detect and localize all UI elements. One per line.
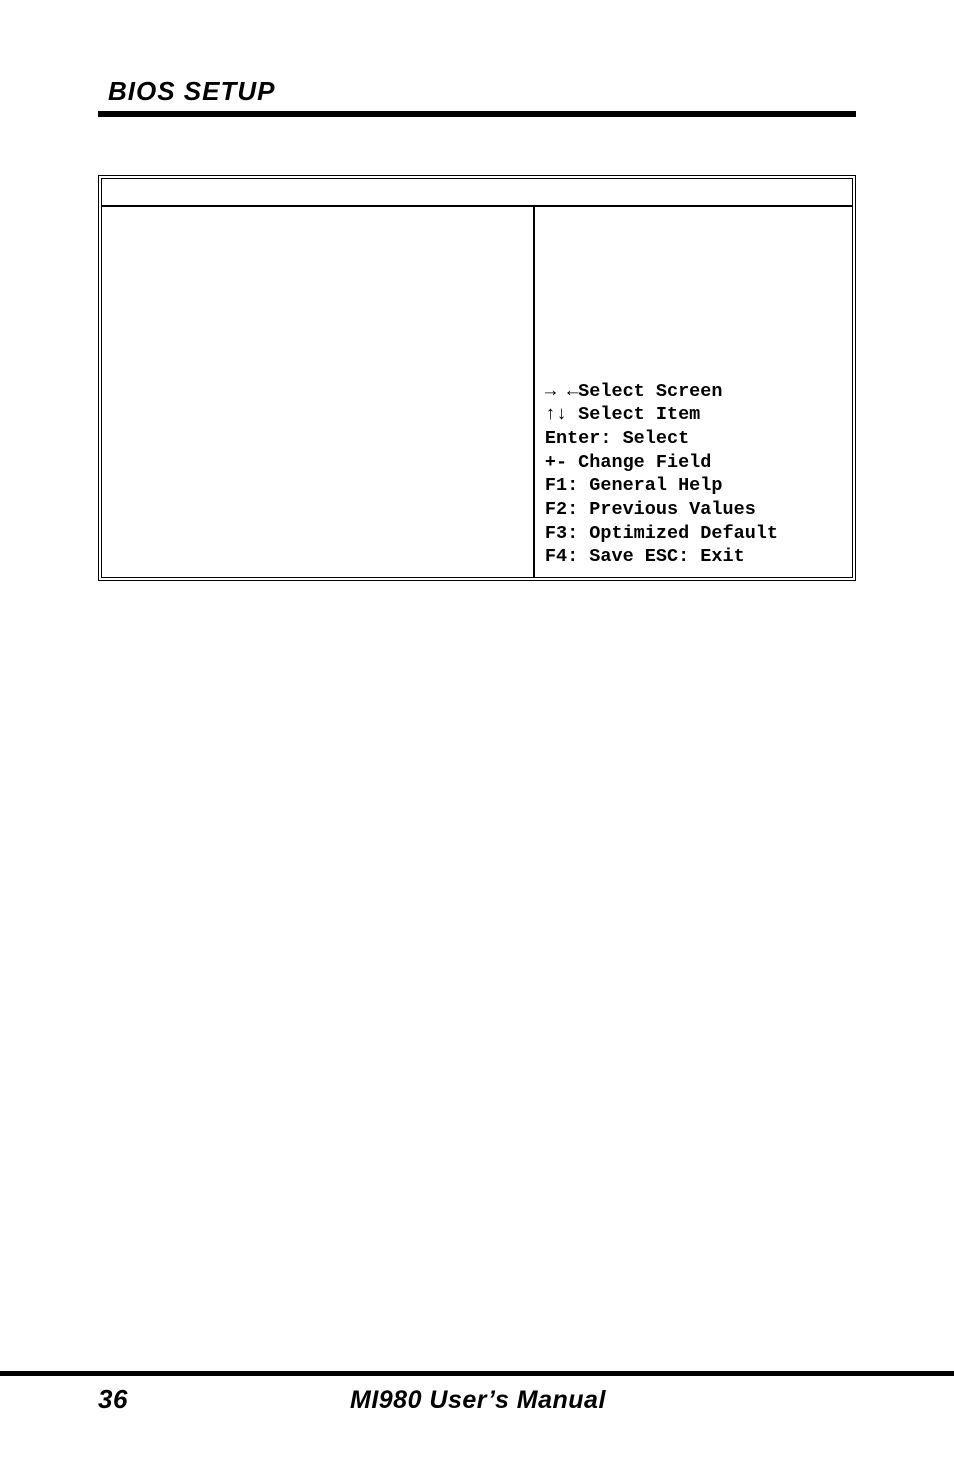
bios-menubar[interactable] (102, 179, 852, 207)
bios-help-pane: → ←Select Screen ↑↓ Select Item Enter: S… (535, 207, 852, 577)
bios-screen: → ←Select Screen ↑↓ Select Item Enter: S… (98, 175, 856, 581)
help-save-exit: F4: Save ESC: Exit (545, 545, 842, 569)
manual-title: MI980 User’s Manual (128, 1386, 828, 1415)
page-number: 36 (98, 1384, 128, 1415)
help-select-item: ↑↓ Select Item (545, 403, 842, 427)
header-title: BIOS SETUP (98, 76, 856, 107)
help-change-field: +- Change Field (545, 451, 842, 475)
help-previous-values: F2: Previous Values (545, 498, 842, 522)
help-optimized-default: F3: Optimized Default (545, 522, 842, 546)
bios-settings-pane[interactable] (102, 207, 535, 577)
page-header: BIOS SETUP (98, 76, 856, 117)
help-enter: Enter: Select (545, 427, 842, 451)
help-general-help: F1: General Help (545, 474, 842, 498)
page-footer: 36 MI980 User’s Manual (0, 1371, 954, 1415)
help-select-screen: → ←Select Screen (545, 380, 842, 404)
